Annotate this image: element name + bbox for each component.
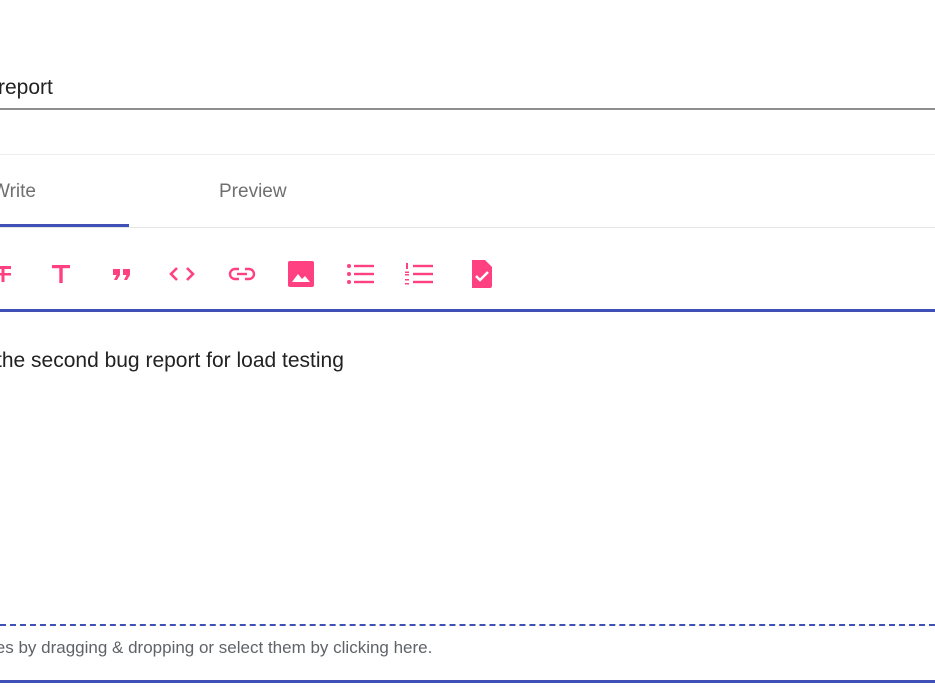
- quote-button[interactable]: [107, 259, 137, 289]
- numbered-list-icon: [405, 263, 433, 285]
- image-icon: [288, 261, 314, 287]
- strikethrough-button[interactable]: [0, 259, 18, 289]
- link-icon: [228, 267, 256, 281]
- tab-write-label: Write: [0, 181, 36, 202]
- quote-icon: [113, 269, 130, 280]
- numbered-list-button[interactable]: [405, 259, 435, 289]
- heading-icon: [52, 265, 70, 283]
- bulleted-list-button[interactable]: [346, 259, 376, 289]
- editor-tabs: Write Preview: [0, 155, 935, 227]
- code-button[interactable]: [167, 259, 197, 289]
- link-button[interactable]: [227, 259, 257, 289]
- markdown-toolbar: [0, 228, 935, 310]
- file-dropzone[interactable]: les by dragging & dropping or select the…: [0, 624, 935, 682]
- strikethrough-icon: [0, 266, 11, 282]
- markdown-editor[interactable]: the second bug report for load testing: [0, 312, 935, 624]
- title-input-value: report: [0, 76, 53, 99]
- task-list-button[interactable]: [467, 259, 497, 289]
- dropzone-underline: [0, 680, 935, 683]
- tab-preview-label: Preview: [219, 181, 287, 202]
- task-list-icon: [472, 260, 492, 288]
- code-icon: [169, 267, 195, 281]
- title-input[interactable]: report: [0, 66, 935, 110]
- tab-preview[interactable]: Preview: [219, 155, 287, 227]
- heading-button[interactable]: [46, 259, 76, 289]
- dropzone-text: les by dragging & dropping or select the…: [0, 638, 433, 657]
- editor-text: the second bug report for load testing: [0, 349, 344, 372]
- bulleted-list-icon: [347, 264, 374, 284]
- image-button[interactable]: [286, 259, 316, 289]
- tab-write[interactable]: Write: [0, 155, 137, 227]
